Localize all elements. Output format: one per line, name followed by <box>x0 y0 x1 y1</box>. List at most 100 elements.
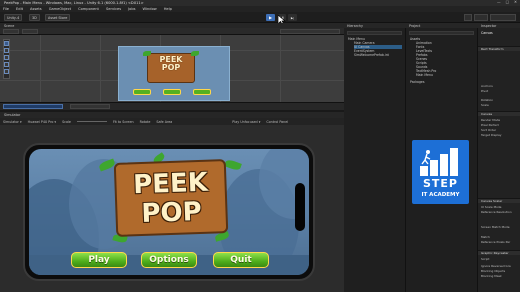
quit-button[interactable]: Quit <box>213 252 269 268</box>
menu-services[interactable]: Services <box>106 7 121 11</box>
property-row: Blocking Mask <box>481 274 502 278</box>
scale-tool-icon[interactable] <box>4 62 9 67</box>
layers-dropdown[interactable] <box>474 14 488 21</box>
property-label: Ignore Reversed Gra <box>481 264 511 268</box>
grid-line <box>280 35 281 102</box>
hierarchy-item[interactable]: SimWelcomePrefab.int <box>354 53 389 57</box>
scene-options-button <box>163 89 181 95</box>
move-tool-icon[interactable] <box>4 48 9 53</box>
rotate-button[interactable]: Rotate <box>140 120 151 124</box>
scale-slider[interactable] <box>76 121 107 122</box>
options-button[interactable]: Options <box>141 252 197 268</box>
property-label: Pixel Perfect <box>481 123 499 127</box>
simulator-view: PEEK POP Play Options Quit <box>0 125 344 292</box>
play-game-button[interactable]: Play <box>71 252 127 268</box>
account-label: Unity-4 <box>7 15 20 20</box>
step-icon: ▶| <box>290 15 295 20</box>
property-label: Target Display <box>481 133 502 137</box>
property-row: Ignore Reversed Gra <box>481 264 511 268</box>
project-folder-label: Packages <box>410 80 425 84</box>
tab-project[interactable]: Project <box>409 24 420 28</box>
scene-sign: PEEK POP <box>147 53 195 83</box>
menu-component[interactable]: Component <box>78 7 99 11</box>
game-screen[interactable]: PEEK POP Play Options Quit <box>29 149 309 275</box>
overlay-snapping[interactable] <box>70 104 110 109</box>
play-icon: ▶ <box>268 15 273 20</box>
asset-store-button[interactable]: Asset Store <box>45 14 71 21</box>
scene-canvas-preview[interactable]: PEEK POP <box>118 46 230 101</box>
device-dropdown[interactable]: Huawei P40 Pro ▾ <box>28 120 56 124</box>
hand-tool-icon[interactable] <box>4 41 9 46</box>
safe-area-toggle[interactable]: Safe Area <box>156 120 172 124</box>
menu-gameobject[interactable]: GameObject <box>49 7 71 11</box>
grid-line <box>100 35 101 102</box>
maximize-button[interactable]: □ <box>506 0 509 4</box>
scene-view-options[interactable] <box>280 29 340 34</box>
window-title: PeekPop - Main Menu - Windows, Mac, Linu… <box>4 1 144 5</box>
project-asset[interactable]: Main Menu <box>416 73 433 77</box>
simulator-mode-dropdown[interactable]: Simulator ▾ <box>3 120 22 124</box>
component-header[interactable]: Graphic Raycaster <box>478 250 520 255</box>
project-search-input[interactable] <box>409 31 474 35</box>
control-panel-button[interactable]: Control Panel <box>266 120 288 124</box>
property-row: Reference Resolution <box>481 210 512 214</box>
component-title: Graphic Raycaster <box>481 251 509 255</box>
tool-handle-dropdown[interactable] <box>3 29 19 34</box>
menu-edit[interactable]: Edit <box>16 7 23 11</box>
property-row: Pixel Perfect <box>481 123 499 127</box>
inspector-object-label: Canvas <box>481 31 493 35</box>
menu-jobs[interactable]: Jobs <box>128 7 135 11</box>
play-button[interactable]: ▶ <box>266 14 275 21</box>
fit-to-screen-toggle[interactable]: Fit to Screen <box>113 120 134 124</box>
close-button[interactable]: ✕ <box>514 0 517 4</box>
component-header[interactable]: Rect Transform <box>478 46 520 51</box>
property-label: UI Scale Mode <box>481 205 502 209</box>
project-folder[interactable]: Packages <box>410 80 424 84</box>
tool-palette <box>3 39 10 79</box>
component-title: Canvas Scaler <box>481 199 503 203</box>
inspector-object-name[interactable]: Canvas <box>481 31 493 35</box>
menu-window[interactable]: Window <box>143 7 157 11</box>
rotate-tool-icon[interactable] <box>4 55 9 60</box>
play-mode-dropdown[interactable]: Play Unfocused ▾ <box>232 120 260 124</box>
phone-frame: PEEK POP Play Options Quit <box>23 143 315 281</box>
scene-view[interactable]: PEEK POP <box>0 35 344 102</box>
property-row: Match <box>481 235 490 239</box>
account-dropdown[interactable]: Unity-4 <box>4 14 23 21</box>
cloud-button[interactable]: 3D <box>29 14 40 21</box>
scale-label: Scale <box>62 119 71 124</box>
search-button[interactable] <box>464 14 472 21</box>
component-header[interactable]: Canvas <box>478 111 520 116</box>
property-label: Reference Resolution <box>481 210 512 214</box>
asset-store-label: Asset Store <box>48 15 68 20</box>
scene-toolbar <box>0 28 344 35</box>
layout-dropdown[interactable] <box>490 14 516 21</box>
hierarchy-item-label: SimWelcomePrefab.int <box>354 53 389 57</box>
tab-hierarchy[interactable]: Hierarchy <box>347 24 363 28</box>
step-button[interactable]: ▶| <box>288 14 297 21</box>
menu-help[interactable]: Help <box>164 7 172 11</box>
property-label: Blocking Objects <box>481 269 506 273</box>
property-label: Pivot <box>481 89 489 93</box>
menu-assets[interactable]: Assets <box>30 7 42 11</box>
pivot-dropdown[interactable] <box>22 29 38 34</box>
property-label: Render Mode <box>481 118 501 122</box>
scene-play-button <box>133 89 151 95</box>
inspector-panel: Canvas Rect Transform Anchors Pivot Rota… <box>478 28 520 292</box>
menu-file[interactable]: File <box>3 7 9 11</box>
hierarchy-panel: Main Menu Main Camera UI Canvas EventSys… <box>344 28 406 292</box>
property-label: Rotation <box>481 98 494 102</box>
simulator-toolbar: Simulator ▾ Huawei P40 Pro ▾ Scale Fit t… <box>0 118 344 125</box>
tab-scene[interactable]: Scene <box>4 24 14 28</box>
rect-tool-icon[interactable] <box>4 69 9 74</box>
component-header[interactable]: Canvas Scaler <box>478 198 520 203</box>
leaf-decoration <box>224 158 242 172</box>
leaf-decoration <box>143 51 151 56</box>
minimize-button[interactable]: — <box>497 0 501 4</box>
property-row: Anchors <box>481 84 493 88</box>
overlay-tools[interactable] <box>3 104 63 109</box>
grid-line <box>40 35 41 102</box>
tab-inspector[interactable]: Inspector <box>481 24 496 28</box>
hierarchy-search-input[interactable] <box>347 31 402 35</box>
tab-simulator[interactable]: Simulator <box>4 113 20 117</box>
